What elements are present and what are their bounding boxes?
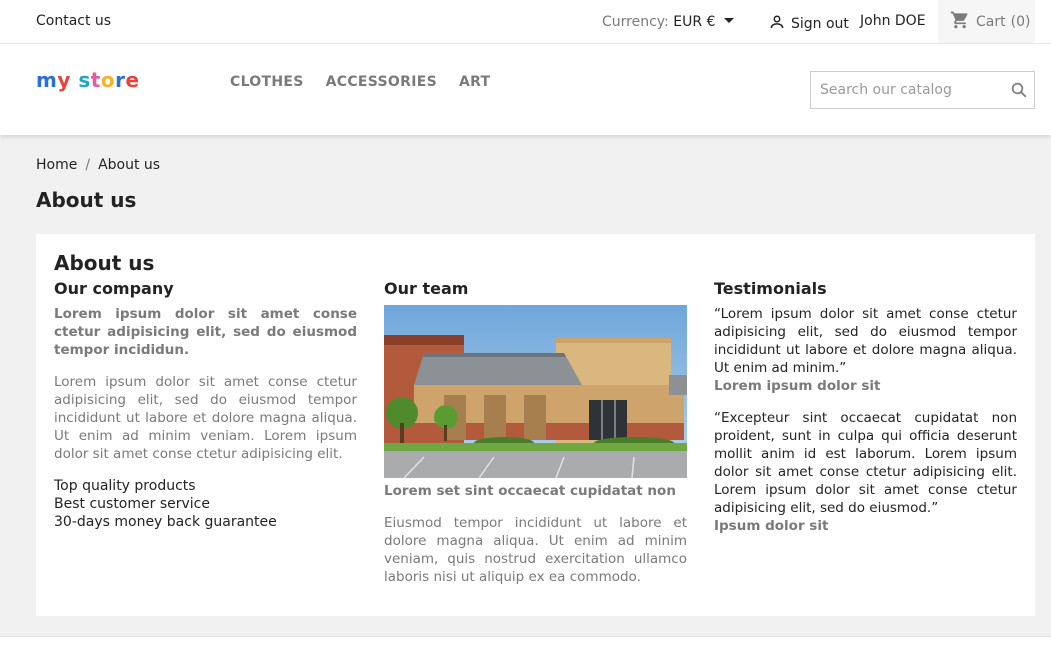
- list-item: Top quality products: [54, 478, 196, 494]
- currency-value: EUR €: [673, 14, 716, 30]
- main-nav: CLOTHES ACCESSORIES ART: [230, 74, 490, 90]
- top-bar: Contact us Currency: EUR € Sign out John…: [0, 0, 1051, 44]
- content-card: About us Our company Lorem ipsum dolor s…: [36, 234, 1035, 616]
- currency-selector[interactable]: Currency: EUR €: [602, 14, 734, 30]
- our-team-section: Our team Lorem set sint occaecat cupidat…: [384, 279, 687, 586]
- account-name-link[interactable]: John DOE: [860, 13, 926, 29]
- breadcrumb-separator: /: [85, 157, 91, 173]
- page-title: About us: [36, 188, 137, 212]
- search-icon[interactable]: [1004, 81, 1034, 99]
- logo-letter: y: [57, 68, 71, 92]
- testimonials-section: Testimonials “Lorem ipsum dolor sit amet…: [714, 279, 1017, 535]
- testimonial-quote: “Lorem ipsum dolor sit amet conse ctetur…: [714, 306, 1017, 376]
- content-heading: About us: [54, 251, 155, 275]
- sign-out-link[interactable]: Sign out: [768, 13, 849, 35]
- store-logo[interactable]: my store: [36, 68, 140, 92]
- our-company-lead: Lorem ipsum dolor sit amet conse ctetur …: [54, 306, 357, 358]
- breadcrumb: Home / About us: [36, 157, 160, 173]
- testimonial-quote: “Excepteur sint occaecat cupidatat non p…: [714, 410, 1017, 516]
- search-box: [810, 71, 1035, 109]
- logo-letter: r: [115, 68, 126, 92]
- shopping-cart-icon: [949, 10, 971, 34]
- logo-letter: t: [90, 68, 101, 92]
- footer-strip: [0, 636, 1051, 647]
- our-team-title: Our team: [384, 279, 469, 298]
- logo-letter: m: [36, 68, 58, 92]
- our-company-title: Our company: [54, 279, 174, 298]
- team-caption: Lorem set sint occaecat cupidatat non: [384, 483, 676, 499]
- currency-label: Currency:: [602, 14, 669, 30]
- cart-label: Cart: [976, 13, 1006, 30]
- store-building-image: [384, 305, 687, 478]
- logo-letter: e: [125, 68, 140, 92]
- nav-item-accessories[interactable]: ACCESSORIES: [326, 74, 437, 90]
- our-company-section: Our company Lorem ipsum dolor sit amet c…: [54, 279, 357, 531]
- logo-letter: s: [78, 68, 91, 92]
- contact-us-link[interactable]: Contact us: [36, 13, 111, 29]
- nav-item-art[interactable]: ART: [459, 74, 490, 90]
- breadcrumb-home[interactable]: Home: [36, 157, 77, 173]
- cart-button[interactable]: Cart (0): [938, 0, 1035, 43]
- list-item: Best customer service: [54, 496, 210, 512]
- cart-count: (0): [1010, 13, 1031, 30]
- testimonials-title: Testimonials: [714, 279, 827, 298]
- list-item: 30-days money back guarantee: [54, 514, 277, 530]
- team-body: Eiusmod tempor incididunt ut labore et d…: [384, 515, 687, 585]
- our-company-body: Lorem ipsum dolor sit amet conse ctetur …: [54, 374, 357, 462]
- sign-out-label: Sign out: [791, 16, 849, 32]
- testimonial-author: Ipsum dolor sit: [714, 518, 829, 534]
- breadcrumb-current: About us: [98, 157, 161, 173]
- nav-item-clothes[interactable]: CLOTHES: [230, 74, 304, 90]
- user-icon: [768, 13, 786, 35]
- caret-down-icon: [723, 17, 734, 23]
- logo-letter: o: [100, 68, 116, 92]
- search-input[interactable]: [811, 82, 1004, 98]
- company-features-list: Top quality products Best customer servi…: [54, 477, 357, 531]
- header: my store CLOTHES ACCESSORIES ART: [0, 44, 1051, 135]
- testimonial-author: Lorem ipsum dolor sit: [714, 378, 881, 394]
